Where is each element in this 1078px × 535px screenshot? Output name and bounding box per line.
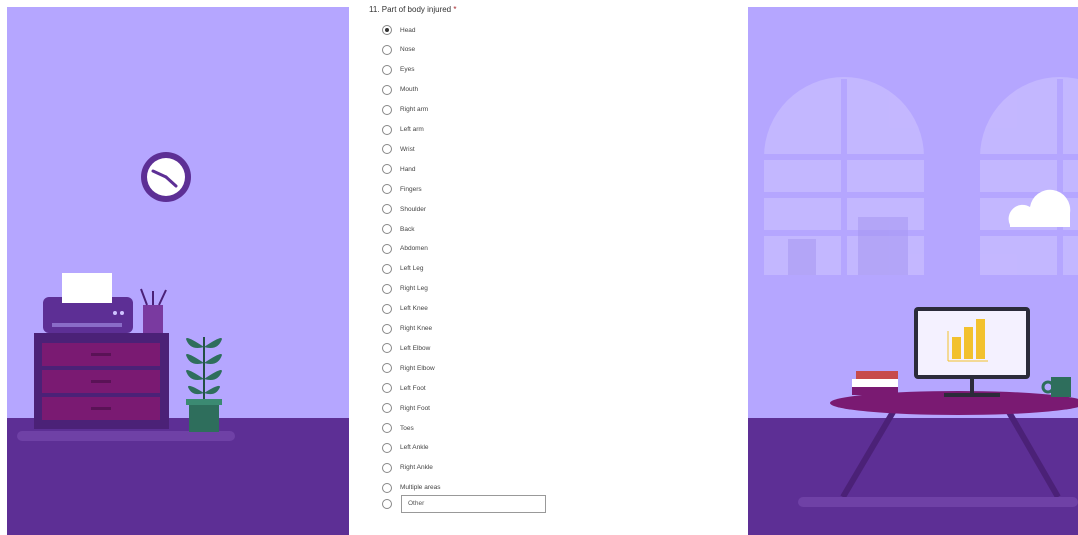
other-text-input[interactable]: Other: [401, 495, 546, 513]
window-right: [980, 77, 1078, 275]
radio-button[interactable]: [382, 204, 392, 215]
radio-option-label: Eyes: [400, 66, 415, 74]
radio-option[interactable]: Fingers: [382, 182, 422, 196]
radio-button[interactable]: [382, 363, 392, 374]
radio-option-label: Right Foot: [400, 404, 430, 412]
radio-option-label: Left Leg: [400, 265, 424, 273]
form-panel: 11. Part of body injured * Head Nose Eyes M…: [349, 0, 748, 535]
radio-button[interactable]: [382, 263, 392, 274]
radio-option-label: Head: [400, 26, 416, 34]
printer: [43, 273, 133, 333]
radio-button[interactable]: [382, 184, 392, 195]
monitor: [914, 307, 1030, 397]
radio-option-label: Right arm: [400, 106, 429, 114]
radio-button[interactable]: [382, 144, 392, 155]
radio-option[interactable]: Back: [382, 222, 414, 236]
radio-button[interactable]: [382, 482, 392, 493]
radio-option-label: Wrist: [400, 145, 415, 153]
background-illustration-left: [7, 7, 349, 535]
question-title-text: 11. Part of body injured: [369, 5, 452, 14]
plant: [186, 337, 222, 432]
radio-button[interactable]: [382, 323, 392, 334]
radio-option[interactable]: Right Elbow: [382, 361, 435, 375]
desk: [798, 391, 1078, 507]
radio-button[interactable]: [382, 104, 392, 115]
radio-option[interactable]: Head: [382, 23, 416, 37]
background-illustration-right: [748, 7, 1078, 535]
shelf-shadow: [17, 431, 235, 441]
radio-button[interactable]: [382, 124, 392, 135]
cabinet: [34, 333, 169, 429]
radio-button[interactable]: [382, 64, 392, 75]
radio-option-label: Mouth: [400, 86, 419, 94]
radio-option[interactable]: Left Elbow: [382, 341, 430, 355]
radio-button[interactable]: [382, 283, 392, 294]
radio-option-label: Left arm: [400, 126, 424, 133]
radio-option-label: Hand: [400, 165, 416, 173]
radio-option[interactable]: Abdomen: [382, 242, 428, 256]
radio-option[interactable]: Multiple areas: [382, 481, 440, 495]
radio-button-other[interactable]: [382, 499, 392, 509]
radio-button[interactable]: [382, 303, 392, 314]
radio-button[interactable]: [382, 343, 392, 354]
radio-option[interactable]: Left Knee: [382, 302, 428, 316]
radio-option-label: Right Ankle: [400, 464, 433, 472]
mug: [1041, 377, 1071, 397]
office-scene-right: [764, 77, 1078, 507]
radio-option-label: Toes: [400, 424, 414, 432]
radio-option-label: Left Knee: [400, 305, 428, 313]
pencil-cup: [140, 288, 167, 333]
radio-option-label: Left Ankle: [400, 444, 429, 452]
radio-option[interactable]: Eyes: [382, 63, 414, 77]
radio-button[interactable]: [382, 25, 392, 35]
radio-option-label: Multiple areas: [400, 484, 441, 492]
radio-button[interactable]: [382, 423, 392, 433]
radio-option[interactable]: Left Ankle: [382, 441, 429, 455]
radio-option[interactable]: Toes: [382, 421, 414, 435]
radio-option-label: Abdomen: [400, 245, 428, 253]
radio-option-label: Right Elbow: [400, 364, 435, 372]
radio-option-label: Left Elbow: [400, 344, 431, 352]
question-title: 11. Part of body injured *: [369, 5, 456, 14]
radio-option[interactable]: Shoulder: [382, 202, 426, 216]
radio-option-other[interactable]: [382, 497, 392, 511]
radio-option[interactable]: Left arm: [382, 123, 424, 137]
radio-option-label: Fingers: [400, 185, 422, 193]
books: [852, 371, 898, 395]
clock-icon: [141, 152, 191, 202]
radio-option[interactable]: Left Leg: [382, 262, 424, 276]
radio-button[interactable]: [382, 243, 392, 254]
radio-option[interactable]: Hand: [382, 162, 416, 176]
required-marker: *: [453, 5, 457, 14]
radio-option-label: Nose: [400, 46, 416, 54]
radio-button[interactable]: [382, 164, 392, 175]
radio-option[interactable]: Mouth: [382, 83, 418, 97]
radio-option-label: Back: [400, 225, 415, 233]
radio-option-label: Left Foot: [400, 384, 426, 392]
radio-option[interactable]: Right Ankle: [382, 461, 433, 475]
radio-button[interactable]: [382, 383, 392, 394]
radio-button[interactable]: [382, 224, 392, 234]
radio-button[interactable]: [382, 462, 392, 473]
radio-option[interactable]: Wrist: [382, 142, 415, 156]
radio-option[interactable]: Left Foot: [382, 381, 426, 395]
radio-option-label: Shoulder: [400, 205, 427, 213]
radio-option-label: Right Leg: [400, 285, 428, 293]
office-scene-left: [17, 152, 235, 441]
radio-option-label: Right Knee: [400, 325, 433, 332]
radio-option[interactable]: Nose: [382, 43, 415, 57]
radio-option[interactable]: Right Foot: [382, 401, 430, 415]
radio-button[interactable]: [382, 44, 392, 55]
radio-option[interactable]: Right arm: [382, 103, 428, 117]
radio-button[interactable]: [382, 84, 392, 95]
radio-option[interactable]: Right Leg: [382, 282, 428, 296]
radio-button[interactable]: [382, 442, 392, 453]
radio-option[interactable]: Right Knee: [382, 322, 432, 336]
radio-button[interactable]: [382, 403, 392, 414]
